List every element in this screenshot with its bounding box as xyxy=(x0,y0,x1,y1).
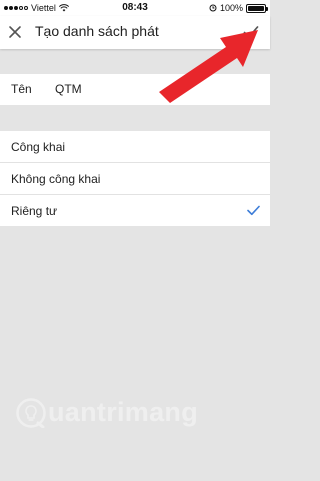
close-icon[interactable] xyxy=(7,24,23,40)
watermark-logo: uantrimang xyxy=(16,397,198,428)
name-input[interactable]: QTM xyxy=(55,82,82,96)
red-arrow-annotation xyxy=(159,30,258,103)
page-title: Tạo danh sách phát xyxy=(35,23,159,39)
watermark-text: uantrimang xyxy=(48,397,199,427)
option-label: Riêng tư xyxy=(11,204,58,218)
option-label: Công khai xyxy=(11,140,66,154)
privacy-option-private[interactable]: Riêng tư xyxy=(0,195,270,226)
lightbulb-icon xyxy=(16,397,46,428)
status-bar: Viettel 08:43 100% xyxy=(0,0,270,16)
alarm-icon xyxy=(209,4,217,12)
privacy-option-unlisted[interactable]: Không công khai xyxy=(0,163,270,194)
status-right: 100% xyxy=(209,3,268,13)
name-label: Tên xyxy=(11,82,32,96)
battery-icon xyxy=(246,3,268,13)
battery-percent: 100% xyxy=(219,3,243,13)
battery-fill xyxy=(248,5,264,11)
privacy-option-public[interactable]: Công khai xyxy=(0,131,270,162)
privacy-options: Công khai Không công khai Riêng tư xyxy=(0,131,270,226)
selected-check-icon xyxy=(247,205,260,216)
option-label: Không công khai xyxy=(11,172,101,186)
